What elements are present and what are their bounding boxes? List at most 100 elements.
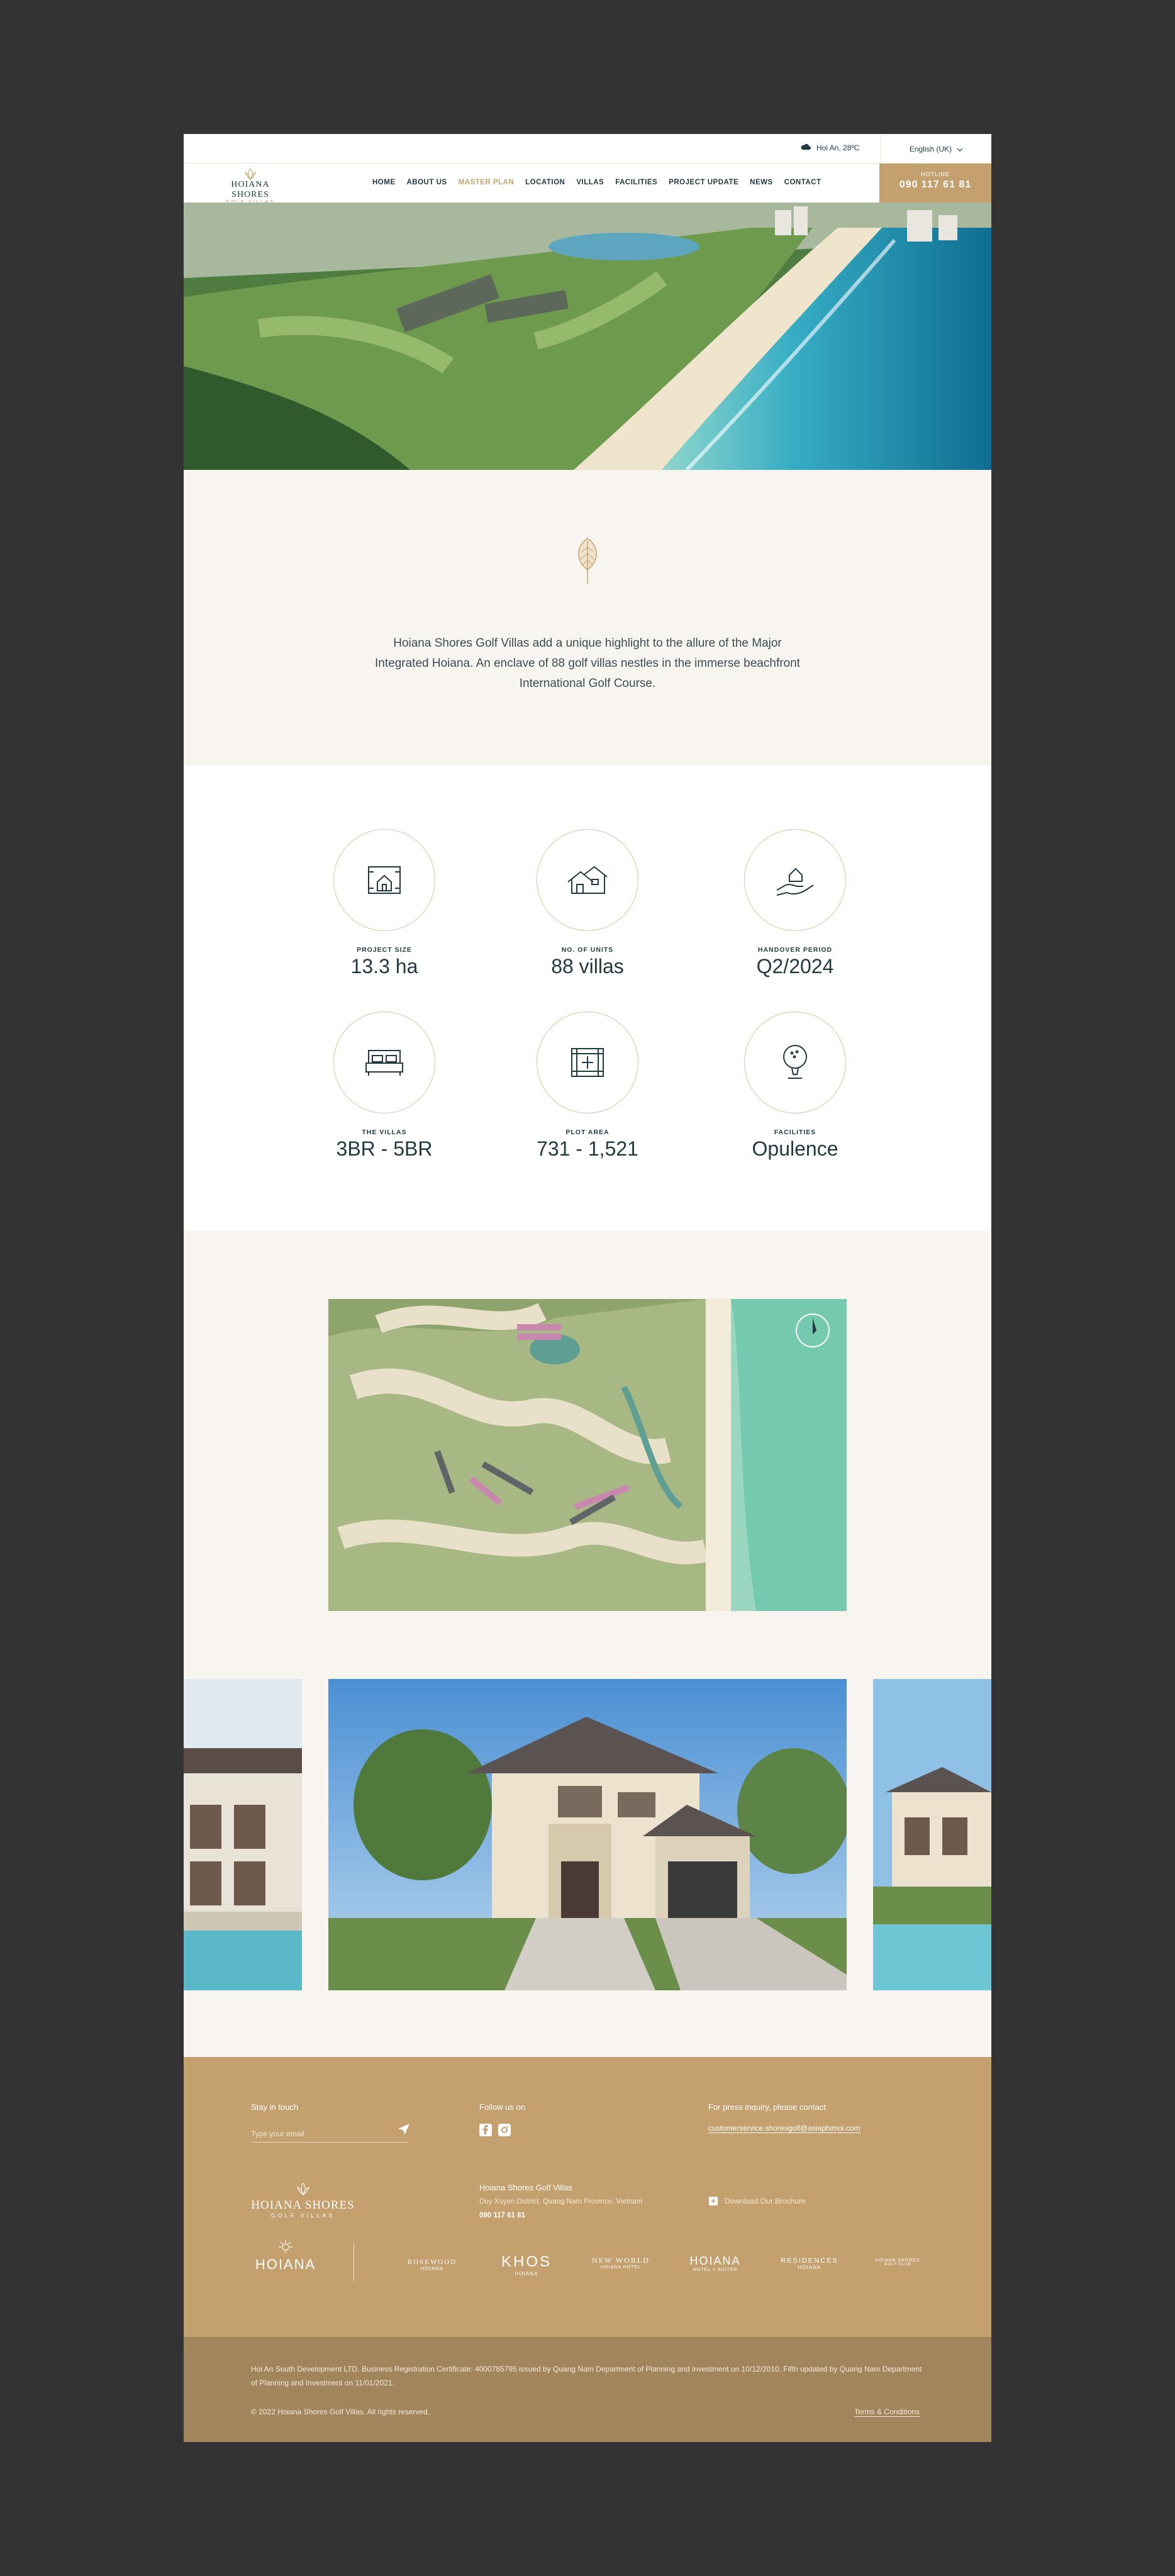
master-plan-map [328,1299,847,1611]
hotline-button[interactable]: HOTLINE 090 117 61 81 [879,164,991,203]
instagram-icon[interactable] [498,2124,511,2139]
stat-label: HANDOVER PERIOD [757,946,833,954]
nav-item-villas[interactable]: VILLAS [576,179,604,186]
partner-subname: HOIANA [798,2265,821,2270]
email-subscribe-field[interactable]: Type your email [251,2129,408,2143]
download-brochure-link[interactable]: Download Our Brochure [725,2197,806,2205]
intro-text: Hoiana Shores Golf Villas add a unique h… [375,637,800,690]
stat-number-of-units: NO. OF UNITS 88 villas [518,829,657,978]
stat-label: FACILITIES [774,1129,816,1136]
follow-us-heading: Follow us on [479,2102,525,2112]
house-icon [567,866,608,894]
footer-logo[interactable]: HOIANA SHORES GOLF VILLAS [251,2182,355,2219]
nav-item-about-us[interactable]: ABOUT US [407,179,447,186]
company-name: Hoiana Shores Golf Villas [479,2183,572,2192]
stat-value: 88 villas [551,955,624,978]
stat-value: Opulence [752,1137,838,1160]
stat-value: 731 - 1,521 [537,1137,638,1160]
weather-widget: Hoi An, 28ºC [800,143,859,152]
main-navigation: HOIANA SHORES GOLF VILLAS HOME ABOUT US … [184,164,991,204]
villa-slide-previous[interactable] [184,1679,302,1990]
send-icon[interactable] [398,2123,410,2139]
stat-label: THE VILLAS [362,1129,407,1136]
partner-logo-rosewood[interactable]: ROSEWOOD HOIANA [398,2258,467,2272]
stat-icon-circle [744,829,846,931]
nav-menu: HOME ABOUT US MASTER PLAN LOCATION VILLA… [372,179,821,186]
hotline-number: 090 117 61 81 [899,179,972,190]
stat-the-villas: THE VILLAS 3BR - 5BR [315,1012,454,1161]
master-plan-section [184,1231,991,2057]
key-stats-section: PROJECT SIZE 13.3 ha NO. OF UNITS 88 vil… [184,766,991,1231]
stat-label: PLOT AREA [565,1129,610,1136]
partner-name: HOIANA [255,2256,316,2272]
stat-value: Q2/2024 [756,955,834,978]
hotline-label: HOTLINE [920,171,950,177]
nav-item-project-update[interactable]: PROJECT UPDATE [669,179,738,186]
partner-logo-hoiana[interactable]: HOIANA [251,2239,320,2273]
golf-ball-icon [783,1045,807,1079]
stat-facilities: FACILITIES Opulence [726,1012,864,1161]
lotus-logo-icon [296,2182,309,2196]
download-icon [708,2196,718,2209]
villa-image-slider[interactable] [184,1679,991,1990]
legal-text: Hoi An South Development LTD. Business R… [251,2365,922,2387]
nav-item-contact[interactable]: CONTACT [784,179,821,186]
villa-slide-next[interactable] [873,1679,991,1990]
partner-name: HOIANA SHORES [875,2258,920,2263]
stat-value: 13.3 ha [350,955,418,978]
nav-item-master-plan[interactable]: MASTER PLAN [459,179,515,186]
partner-logo-hoiana-hotel[interactable]: HOIANA HOTEL + SUITES [681,2255,750,2272]
hand-house-icon [776,867,814,896]
hoiana-sun-icon [279,2240,292,2253]
stat-icon-circle [333,1012,435,1113]
partner-logo-hoiana-shores[interactable]: HOIANA SHORES GOLF CLUB [863,2258,932,2267]
stat-label: PROJECT SIZE [357,946,412,954]
language-label: English (UK) [909,144,952,153]
stat-value: 3BR - 5BR [336,1137,433,1160]
partner-logo-khos[interactable]: KHOS HOIANA [492,2253,561,2277]
nav-item-facilities[interactable]: FACILITIES [615,179,657,186]
footer-bottom-bar: Hoi An South Development LTD. Business R… [184,2337,991,2442]
facebook-icon[interactable] [479,2124,492,2139]
copyright-text: © 2022 Hoiana Shores Golf Villas. All ri… [251,2407,430,2416]
stat-project-size: PROJECT SIZE 13.3 ha [315,829,454,978]
hero-aerial-illustration [184,203,991,470]
stat-icon-circle [537,829,638,931]
partner-logo-new-world[interactable]: NEW WORLD HOIANA HOTEL [586,2256,655,2270]
email-placeholder: Type your email [251,2129,304,2138]
press-email-link[interactable]: customerservice.shoresgolf@asiaphimoi.co… [708,2124,860,2133]
bed-icon [365,1050,403,1076]
villa-slide-current[interactable] [328,1679,847,1990]
press-inquiry-heading: For press inquiry, please contact [708,2102,826,2112]
nav-item-home[interactable]: HOME [372,179,396,186]
terms-link[interactable]: Terms & Conditions [854,2407,920,2417]
stat-plot-area: PLOT AREA 731 - 1,521 [518,1012,657,1161]
site-logo[interactable]: HOIANA SHORES GOLF VILLAS [211,169,289,204]
nav-item-location[interactable]: LOCATION [525,179,565,186]
footer-logo-text: HOIANA SHORES [251,2199,355,2212]
partner-subname: GOLF CLUB [884,2263,911,2267]
villa-garden-image [873,1679,991,1990]
master-plan-illustration [328,1299,847,1611]
footer: Stay in touch Type your email Follow us … [184,2057,991,2337]
top-bar: Hoi An, 28ºC English (UK) [184,134,991,164]
company-phone[interactable]: 090 117 61 81 [479,2212,525,2219]
stat-icon-circle [537,1012,638,1113]
partner-name: ROSEWOOD [407,2258,457,2266]
villa-pool-image [184,1679,302,1990]
nav-item-news[interactable]: NEWS [750,179,773,186]
partner-logos: HOIANA ROSEWOOD HOIANA KHOS HOIANA NEW W… [184,2239,991,2290]
plot-area-icon [571,1048,604,1077]
stat-icon-circle [744,1012,846,1113]
partner-subname: HOIANA [515,2271,538,2277]
partner-logo-residences[interactable]: RESIDENCES HOIANA [775,2257,844,2270]
hero-aerial-image [184,203,991,470]
stat-handover-period: HANDOVER PERIOD Q2/2024 [726,829,864,978]
partner-name: RESIDENCES [781,2257,838,2265]
partner-name: NEW WORLD [592,2256,650,2265]
partner-name: HOIANA [689,2255,741,2267]
villa-front-image [328,1679,847,1990]
company-address: Duy Xuyen District, Quang Nam Province, … [479,2198,643,2205]
language-selector[interactable]: English (UK) [881,134,991,164]
stay-in-touch-heading: Stay in touch [251,2102,299,2112]
